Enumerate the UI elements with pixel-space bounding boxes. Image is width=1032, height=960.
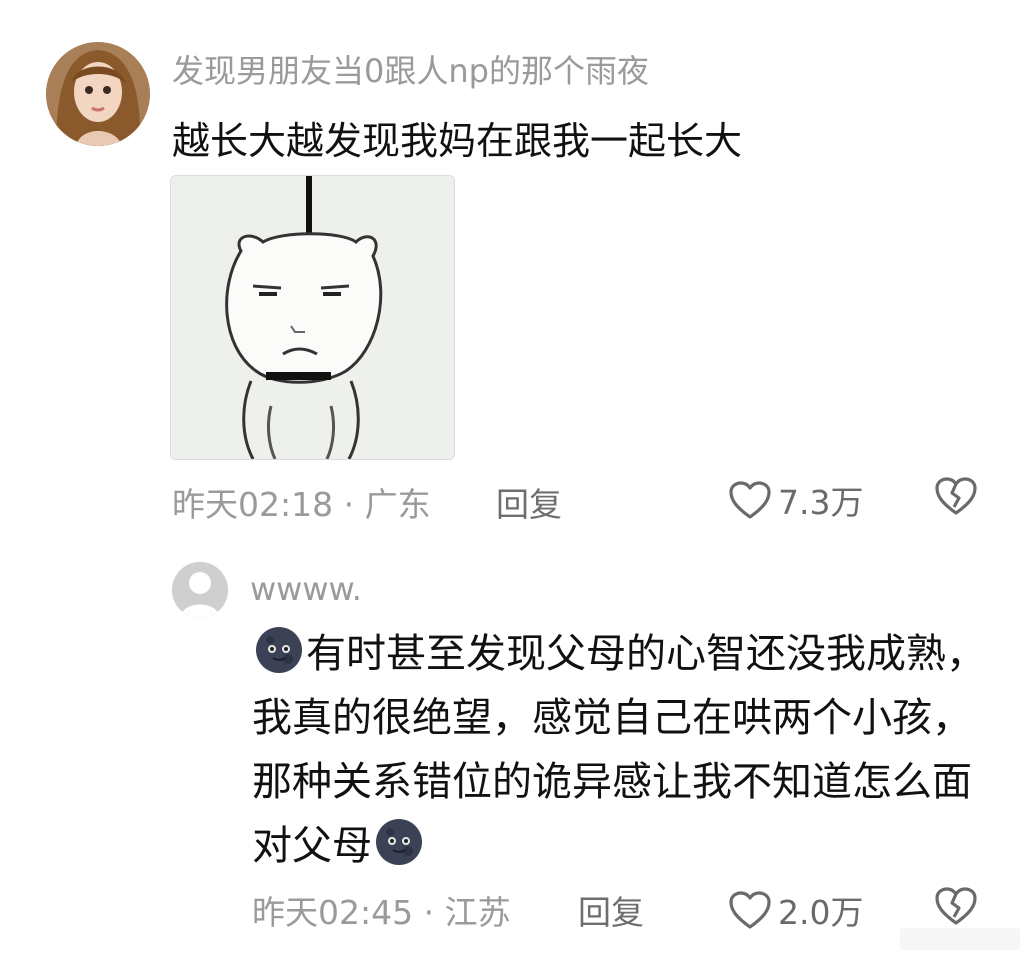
like-count: 7.3万	[778, 483, 864, 522]
heart-outline-icon	[729, 481, 771, 519]
reply-text-block: 有时甚至发现父母的心智还没我成熟，我真的很绝望，感觉自己在哄两个小孩，那种关系错…	[252, 622, 992, 878]
dislike-button[interactable]	[934, 476, 978, 520]
reply-time-location: 昨天02:45 · 江苏	[252, 893, 511, 932]
reply-text: 有时甚至发现父母的心智还没我成熟，我真的很绝望，感觉自己在哄两个小孩，那种关系错…	[252, 631, 986, 869]
user-avatar[interactable]	[46, 42, 150, 146]
comment-username[interactable]: 发现男朋友当0跟人np的那个雨夜	[172, 46, 649, 92]
like-button[interactable]: 7.3万	[728, 476, 863, 524]
broken-heart-icon	[935, 887, 977, 925]
moon-face-emoji-icon	[254, 625, 304, 675]
moon-face-emoji-icon	[374, 817, 424, 867]
comment-text: 越长大越发现我妈在跟我一起长大	[172, 119, 743, 163]
heart-outline-icon	[729, 891, 771, 929]
reply-like-button[interactable]: 2.0万	[728, 886, 863, 934]
comment-time-location: 昨天02:18 · 广东	[172, 485, 431, 524]
reply-username[interactable]: wwww.	[250, 570, 362, 608]
comment-sticker-image[interactable]	[170, 175, 455, 460]
reply-dislike-button[interactable]	[934, 886, 978, 930]
reply-like-count: 2.0万	[778, 893, 864, 932]
reply-user-avatar[interactable]	[172, 562, 228, 618]
watermark	[900, 928, 1020, 950]
reply-reply-button[interactable]: 回复	[578, 886, 644, 934]
broken-heart-icon	[935, 477, 977, 515]
reply-button[interactable]: 回复	[496, 478, 562, 526]
